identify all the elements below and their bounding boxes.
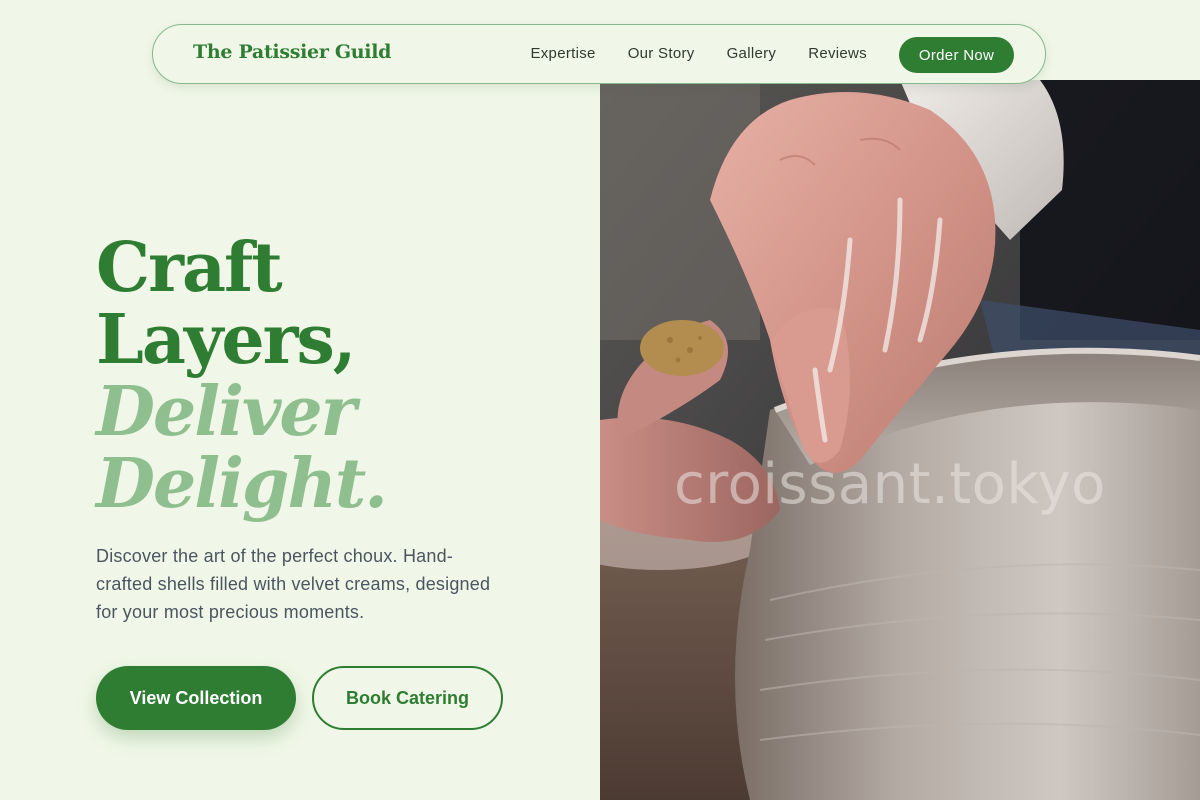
hero-headline: Craft Layers, Deliver Delight. (96, 228, 388, 524)
headline-line-3: Deliver (96, 372, 356, 452)
brand-logo[interactable]: The Patissier Guild (193, 41, 391, 63)
nav-link-expertise[interactable]: Expertise (530, 45, 595, 62)
hero-image: croissant.tokyo (600, 80, 1200, 800)
hero-description: Discover the art of the perfect choux. H… (96, 546, 491, 622)
nav-link-our-story[interactable]: Our Story (628, 45, 695, 62)
image-watermark: croissant.tokyo (674, 452, 1106, 517)
landing-page: croissant.tokyo The Patissier Guild Expe… (0, 0, 1200, 800)
headline-line-1: Craft (96, 228, 283, 308)
nav-link-gallery[interactable]: Gallery (727, 45, 777, 62)
view-collection-button[interactable]: View Collection (96, 666, 296, 730)
nav-links: Expertise Our Story Gallery Reviews (530, 45, 867, 62)
book-catering-button[interactable]: Book Catering (312, 666, 503, 730)
top-nav: The Patissier Guild Expertise Our Story … (152, 24, 1046, 84)
order-now-button[interactable]: Order Now (899, 37, 1014, 73)
nav-link-reviews[interactable]: Reviews (808, 45, 867, 62)
headline-line-4: Delight. (96, 444, 388, 524)
pottery-photo (600, 80, 1200, 800)
headline-line-2: Layers, (96, 300, 356, 380)
